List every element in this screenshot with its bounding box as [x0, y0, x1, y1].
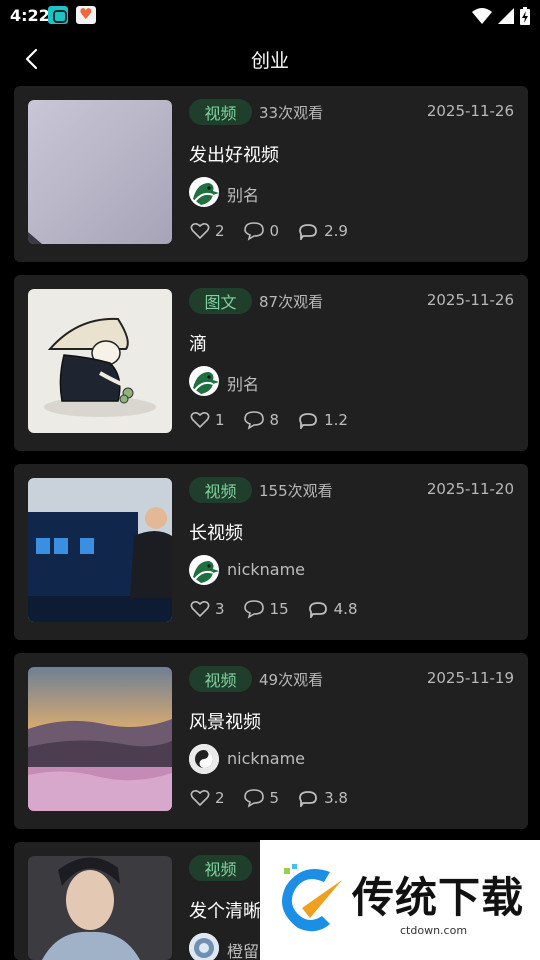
signal-icon — [498, 8, 514, 24]
like-count: 2 — [215, 222, 225, 240]
post-thumbnail[interactable] — [28, 289, 172, 433]
post-thumbnail[interactable] — [28, 667, 172, 811]
score-value: 4.8 — [333, 600, 358, 618]
status-time: 4:22 — [10, 6, 50, 25]
post-title[interactable]: 发出好视频 — [189, 141, 279, 167]
post-date: 2025-11-26 — [426, 291, 514, 309]
like-stat[interactable]: 3 — [190, 600, 225, 618]
score-value: 1.2 — [324, 411, 348, 429]
heart-icon — [190, 600, 210, 618]
comment-count: 15 — [269, 600, 289, 618]
comment-count: 8 — [269, 411, 280, 429]
comment-icon — [243, 222, 264, 241]
heart-icon — [190, 411, 210, 429]
like-count: 2 — [215, 789, 225, 807]
avatar[interactable] — [189, 366, 219, 396]
rating-bubble-icon — [299, 791, 317, 807]
score-value: 3.8 — [324, 789, 348, 807]
watermark-logo — [282, 864, 342, 932]
post-thumbnail[interactable] — [28, 856, 172, 960]
view-count: 49次观看 — [259, 671, 324, 689]
watermark-title: 传统下载 — [352, 873, 525, 922]
like-stat[interactable]: 2 — [190, 789, 225, 807]
comment-stat[interactable]: 15 — [243, 599, 289, 619]
author-name[interactable]: nickname — [227, 560, 305, 579]
post-card[interactable]: 视频 155次观看 2025-11-20 长视频 nickname 3 15 4… — [14, 464, 528, 640]
comment-icon — [243, 411, 264, 430]
post-date: 2025-11-20 — [426, 480, 514, 498]
battery-icon — [520, 7, 530, 25]
app-notification-icon — [48, 6, 68, 24]
comment-stat[interactable]: 0 — [243, 221, 280, 241]
view-count: 87次观看 — [259, 293, 324, 311]
post-stats: 2 0 2.9 — [190, 220, 366, 242]
post-card[interactable]: 视频 49次观看 2025-11-19 风景视频 nickname 2 5 3.… — [14, 653, 528, 829]
post-thumbnail[interactable] — [28, 478, 172, 622]
comment-stat[interactable]: 8 — [243, 410, 280, 430]
rating-bubble-icon — [299, 413, 317, 429]
comment-count: 5 — [269, 789, 280, 807]
score-value: 2.9 — [324, 222, 348, 240]
like-stat[interactable]: 1 — [190, 411, 225, 429]
post-title[interactable]: 风景视频 — [189, 708, 261, 734]
content-type-badge: 视频 — [189, 477, 252, 503]
post-stats: 3 15 4.8 — [190, 598, 376, 620]
comment-icon — [243, 600, 264, 619]
author-name[interactable]: 别名 — [227, 371, 259, 395]
content-type-badge: 视频 — [189, 666, 252, 692]
like-count: 3 — [215, 600, 225, 618]
site-watermark: 传统下载 ctdown.com — [260, 840, 540, 960]
view-count: 33次观看 — [259, 104, 324, 122]
like-count: 1 — [215, 411, 225, 429]
heart-icon — [190, 222, 210, 240]
content-type-badge: 图文 — [189, 288, 252, 314]
score-stat: 4.8 — [307, 600, 358, 618]
post-card[interactable]: 视频 33次观看 2025-11-26 发出好视频 别名 2 0 2.9 — [14, 86, 528, 262]
heart-icon — [190, 789, 210, 807]
author-name[interactable]: 橙留 — [227, 938, 259, 960]
post-date: 2025-11-26 — [426, 102, 514, 120]
status-indicators — [472, 7, 530, 25]
post-title[interactable]: 滴 — [189, 330, 207, 356]
avatar[interactable] — [189, 744, 219, 774]
comment-icon — [243, 789, 264, 808]
post-stats: 2 5 3.8 — [190, 787, 366, 809]
health-app-notification-icon — [76, 5, 96, 24]
watermark-url: ctdown.com — [400, 924, 468, 937]
avatar[interactable] — [189, 177, 219, 207]
top-app-bar: 创业 — [0, 32, 540, 86]
post-title[interactable]: 长视频 — [189, 519, 243, 545]
wifi-icon — [472, 8, 492, 24]
post-thumbnail[interactable] — [28, 100, 172, 244]
author-name[interactable]: 别名 — [227, 182, 259, 206]
post-stats: 1 8 1.2 — [190, 409, 366, 431]
like-stat[interactable]: 2 — [190, 222, 225, 240]
avatar[interactable] — [189, 933, 219, 960]
score-stat: 1.2 — [297, 411, 348, 429]
comment-count: 0 — [269, 222, 280, 240]
post-card[interactable]: 图文 87次观看 2025-11-26 滴 别名 1 8 1.2 — [14, 275, 528, 451]
comment-stat[interactable]: 5 — [243, 788, 280, 808]
avatar[interactable] — [189, 555, 219, 585]
score-stat: 3.8 — [297, 789, 348, 807]
author-name[interactable]: nickname — [227, 749, 305, 768]
score-stat: 2.9 — [297, 222, 348, 240]
post-date: 2025-11-19 — [426, 669, 514, 687]
rating-bubble-icon — [308, 602, 327, 618]
content-type-badge: 视频 — [189, 855, 252, 881]
view-count: 155次观看 — [259, 482, 333, 500]
status-bar: 4:22 — [0, 0, 540, 32]
rating-bubble-icon — [299, 224, 317, 240]
page-title: 创业 — [250, 50, 289, 72]
content-type-badge: 视频 — [189, 99, 252, 125]
post-title[interactable]: 发个清晰 — [189, 897, 261, 923]
